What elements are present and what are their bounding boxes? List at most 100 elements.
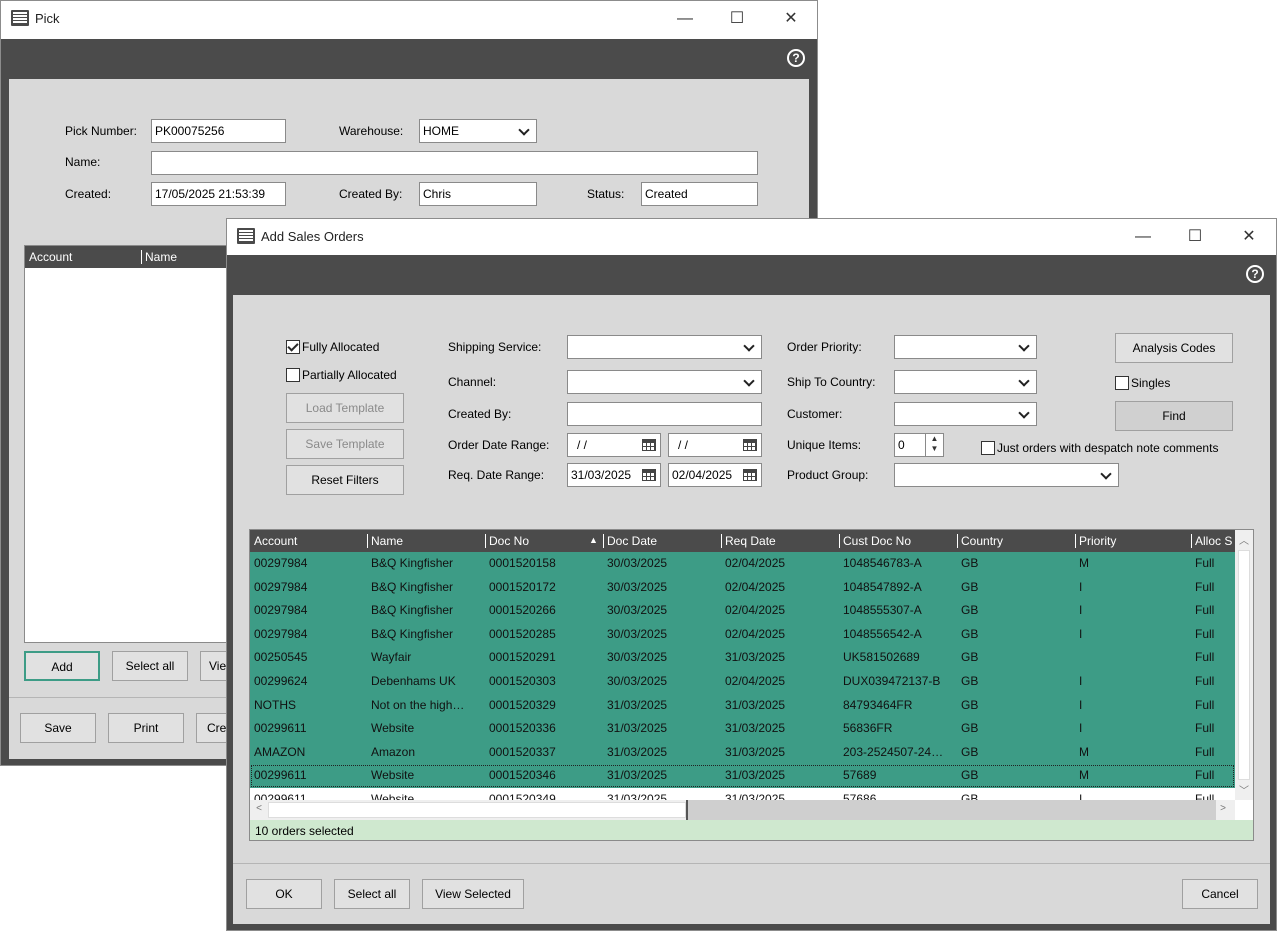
order-date-from-field[interactable]: / / (567, 433, 661, 457)
req-date-to-field[interactable]: 02/04/2025 (668, 463, 762, 487)
partially-allocated-checkbox[interactable] (286, 368, 300, 382)
minimize-button[interactable]: — (665, 7, 705, 31)
order-priority-select[interactable] (894, 335, 1037, 359)
close-button[interactable]: ✕ (771, 7, 811, 31)
created-by-field[interactable]: Chris (419, 182, 537, 206)
load-template-button[interactable]: Load Template (286, 393, 404, 423)
table-cell: I (1079, 674, 1083, 688)
table-row[interactable]: 00299611 Website 0001520346 31/03/2025 31/03… (250, 764, 1235, 788)
scroll-up-icon[interactable]: ︿ (1235, 532, 1253, 547)
unique-items-stepper[interactable]: 0 ▲ ▼ (894, 433, 944, 457)
close-button[interactable]: ✕ (1229, 225, 1269, 249)
table-cell: 31/03/2025 (607, 697, 668, 712)
select-all-button[interactable]: Select all (334, 879, 410, 909)
save-template-button[interactable]: Save Template (286, 429, 404, 459)
table-cell: 0001520172 (489, 579, 556, 594)
stepper-arrows-icon[interactable]: ▲ ▼ (925, 434, 943, 456)
calendar-icon[interactable] (743, 439, 757, 451)
help-icon[interactable]: ? (787, 49, 805, 67)
singles-checkbox[interactable] (1115, 376, 1129, 390)
horizontal-scrollbar[interactable]: < > (250, 800, 1235, 820)
fully-allocated-checkbox[interactable] (286, 340, 300, 354)
maximize-button[interactable]: ☐ (717, 7, 757, 31)
product-group-select[interactable] (894, 463, 1119, 487)
channel-select[interactable] (567, 370, 762, 394)
app-icon (11, 10, 29, 26)
table-cell: 00299611 (254, 768, 307, 783)
vertical-scrollbar[interactable]: ︿ ﹀ (1235, 530, 1253, 800)
table-row[interactable]: 00297984 B&Q Kingfisher 0001520266 30/03/20… (250, 599, 1235, 623)
table-cell: Website (371, 768, 415, 783)
scroll-thumb-horizontal[interactable] (268, 802, 686, 818)
find-button[interactable]: Find (1115, 401, 1233, 431)
unique-items-label: Unique Items: (787, 438, 862, 452)
table-cell: I (1079, 626, 1083, 641)
table-row[interactable]: 00250545 Wayfair 0001520291 30/03/2025 31/03… (250, 646, 1235, 670)
view-selected-button[interactable]: View Selected (422, 879, 524, 909)
despatch-comments-checkbox[interactable] (981, 441, 995, 455)
table-row[interactable]: NOTHS Not on the high… 0001520329 31/03/202… (250, 693, 1235, 718)
shipping-service-select[interactable] (567, 335, 762, 359)
maximize-button[interactable]: ☐ (1175, 225, 1215, 249)
help-icon[interactable]: ? (1246, 265, 1264, 283)
save-button[interactable]: Save (20, 713, 96, 743)
column-header[interactable]: Doc No (485, 530, 599, 552)
table-cell: 0001520329 (489, 697, 556, 712)
partially-allocated-label[interactable]: Partially Allocated (302, 368, 397, 382)
req-date-from-field[interactable]: 31/03/2025 (567, 463, 661, 487)
name-field[interactable] (151, 151, 758, 175)
calendar-icon[interactable] (642, 439, 656, 451)
table-cell: 31/03/2025 (725, 768, 786, 783)
minimize-button[interactable]: — (1123, 225, 1163, 249)
column-header[interactable]: Doc Date (603, 530, 717, 552)
scroll-left-icon[interactable]: < (252, 803, 266, 814)
column-header[interactable]: Country (957, 530, 1071, 552)
column-header[interactable]: Cust Doc No (839, 530, 953, 552)
table-row[interactable]: 00299611 Website 0001520349 31/03/2025 31/03… (250, 788, 1235, 800)
table-row[interactable]: 00297984 B&Q Kingfisher 0001520172 30/03/20… (250, 575, 1235, 600)
warehouse-select[interactable]: HOME (419, 119, 537, 143)
scroll-thumb[interactable] (1238, 550, 1250, 780)
table-row[interactable]: 00299624 Debenhams UK 0001520303 30/03/2025… (250, 670, 1235, 694)
pick-number-field[interactable]: PK00075256 (151, 119, 286, 143)
table-cell: Full (1195, 744, 1215, 759)
calendar-icon[interactable] (642, 469, 656, 481)
column-header[interactable]: Account (25, 246, 135, 268)
select-all-button[interactable]: Select all (112, 651, 188, 681)
order-date-to-field[interactable]: / / (668, 433, 762, 457)
scroll-right-icon[interactable]: > (1216, 803, 1230, 814)
table-cell: 30/03/2025 (607, 674, 668, 688)
table-cell: 31/03/2025 (607, 792, 668, 800)
created-by-field[interactable] (567, 402, 762, 426)
cancel-button[interactable]: Cancel (1182, 879, 1258, 909)
table-row[interactable]: AMAZON Amazon 0001520337 31/03/2025 31/03/20… (250, 740, 1235, 765)
singles-label[interactable]: Singles (1131, 376, 1170, 390)
column-header[interactable]: Alloc S (1191, 530, 1235, 552)
fully-allocated-label[interactable]: Fully Allocated (302, 340, 379, 354)
despatch-comments-label[interactable]: Just orders with despatch note comments (997, 441, 1218, 455)
column-header[interactable]: Account (250, 530, 363, 552)
ok-button[interactable]: OK (246, 879, 322, 909)
table-row[interactable]: 00299611 Website 0001520336 31/03/2025 31/03… (250, 717, 1235, 741)
analysis-codes-button[interactable]: Analysis Codes (1115, 333, 1233, 363)
created-field[interactable]: 17/05/2025 21:53:39 (151, 182, 286, 206)
print-button[interactable]: Print (108, 713, 184, 743)
calendar-icon[interactable] (743, 469, 757, 481)
table-row[interactable]: 00297984 B&Q Kingfisher 0001520158 30/03/20… (250, 552, 1235, 576)
reset-filters-button[interactable]: Reset Filters (286, 465, 404, 495)
table-cell: 00297984 (254, 556, 308, 570)
column-header[interactable]: Name (367, 530, 481, 552)
app-icon (237, 228, 255, 244)
scroll-down-icon[interactable]: ﹀ (1235, 782, 1253, 797)
column-header[interactable]: Req Date (721, 530, 835, 552)
customer-select[interactable] (894, 402, 1037, 426)
add-button[interactable]: Add (24, 651, 100, 681)
ship-to-country-select[interactable] (894, 370, 1037, 394)
orders-grid[interactable]: Account Name Doc No ▲ Doc Date Req Date Cust D… (249, 529, 1254, 841)
table-row[interactable]: 00297984 B&Q Kingfisher 0001520285 30/03/20… (250, 622, 1235, 647)
order-date-to-value: / / (678, 438, 689, 452)
column-header[interactable]: Priority (1075, 530, 1187, 552)
status-field[interactable]: Created (641, 182, 758, 206)
table-cell: 1048556542-A (843, 626, 922, 641)
pick-lines-grid[interactable]: Account Name (24, 245, 244, 643)
